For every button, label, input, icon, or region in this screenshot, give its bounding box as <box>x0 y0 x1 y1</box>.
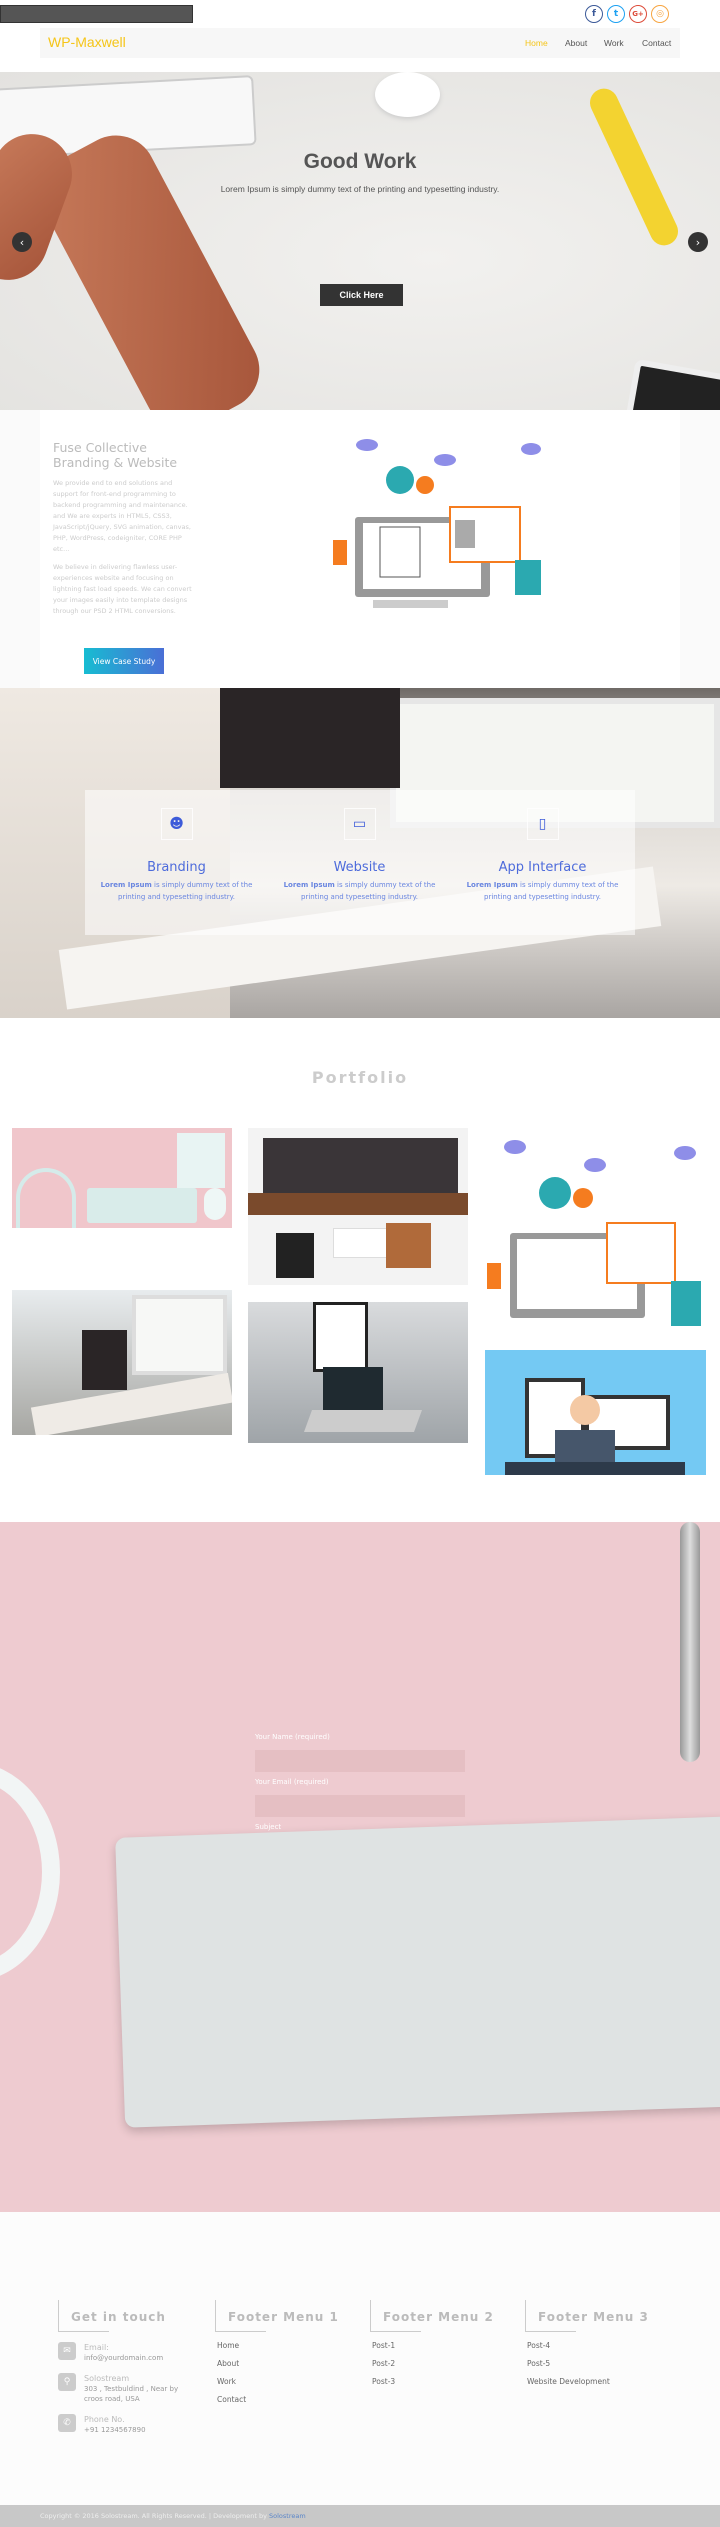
footer-link[interactable]: Post-1 <box>372 2341 520 2350</box>
phone-image <box>625 358 720 410</box>
service-title: Website <box>333 860 386 875</box>
view-case-study-button[interactable]: View Case Study <box>84 648 164 674</box>
phone-value: +91 1234567890 <box>84 2426 146 2434</box>
service-branding: ☻ Branding Lorem Ipsum is simply dummy t… <box>85 790 268 935</box>
subject-label: Subject <box>255 1823 282 1831</box>
footer-link[interactable]: Post-5 <box>527 2359 675 2368</box>
developer-link[interactable]: Solostream <box>269 2512 306 2520</box>
prev-slide-icon[interactable]: ‹ <box>12 232 32 252</box>
branding-icon: ☻ <box>160 808 193 840</box>
service-title: App Interface <box>498 860 587 875</box>
footer-link[interactable]: Post-3 <box>372 2377 520 2386</box>
contact-label: Solostream <box>84 2374 130 2383</box>
footer-menu-3: Footer Menu 3 Post-4 Post-5 Website Deve… <box>525 2300 675 2386</box>
footer-link[interactable]: Post-4 <box>527 2341 675 2350</box>
footer-heading: Footer Menu 1 <box>215 2300 365 2332</box>
monitor-icon: ▭ <box>343 808 376 840</box>
footer-heading: Footer Menu 3 <box>525 2300 675 2332</box>
google-plus-icon[interactable]: G+ <box>629 5 647 23</box>
copyright-text: Copyright © 2016 Solostream. All Rights … <box>40 2512 269 2520</box>
portfolio-item[interactable] <box>248 1128 468 1285</box>
hero-subtitle: Lorem Ipsum is simply dummy text of the … <box>220 184 500 194</box>
mouse-image <box>375 72 440 117</box>
portfolio-item[interactable] <box>248 1302 468 1443</box>
footer-link[interactable]: Post-2 <box>372 2359 520 2368</box>
service-text: Lorem Ipsum is simply dummy text of the … <box>100 881 253 901</box>
nav-contact[interactable]: Contact <box>642 38 671 48</box>
map-pin-icon: ⚲ <box>58 2373 76 2391</box>
headphones-image <box>0 1762 60 1982</box>
phone-icon: ✆ <box>58 2414 76 2432</box>
contact-label: Email: <box>84 2343 109 2352</box>
contact-section <box>0 1522 720 2212</box>
service-title: Branding <box>147 860 206 875</box>
service-text: Lorem Ipsum is simply dummy text of the … <box>466 881 619 901</box>
about-title: Fuse Collective Branding & Website <box>53 440 178 470</box>
portfolio-item[interactable] <box>485 1350 706 1475</box>
web-design-illustration <box>333 439 541 608</box>
next-slide-icon[interactable]: › <box>688 232 708 252</box>
footer-link[interactable]: Website Development <box>527 2377 675 2386</box>
hero-title: Good Work <box>303 150 417 173</box>
portfolio-item[interactable] <box>485 1133 706 1333</box>
name-input[interactable] <box>255 1750 465 1772</box>
services-section: ☻ Branding Lorem Ipsum is simply dummy t… <box>0 688 720 1018</box>
click-here-button[interactable]: Click Here <box>320 284 403 306</box>
footer-link[interactable]: About <box>217 2359 365 2368</box>
about-paragraph: We believe in delivering flawless user-e… <box>53 563 192 615</box>
service-website: ▭ Website Lorem Ipsum is simply dummy te… <box>268 790 451 935</box>
footer-link[interactable]: Home <box>217 2341 365 2350</box>
mobile-icon: ▯ <box>526 808 559 840</box>
footer-menu-2: Footer Menu 2 Post-1 Post-2 Post-3 <box>370 2300 520 2386</box>
portfolio-item[interactable] <box>12 1128 232 1228</box>
footer-contact: Get in touch ✉ Email: info@yourdomain.com … <box>58 2300 208 2435</box>
top-bar <box>0 5 193 23</box>
twitter-icon[interactable]: t <box>607 5 625 23</box>
email-value[interactable]: info@yourdomain.com <box>84 2353 163 2363</box>
about-paragraph: We provide end to end solutions and supp… <box>53 479 191 553</box>
name-label: Your Name (required) <box>255 1733 330 1741</box>
email-input[interactable] <box>255 1795 465 1817</box>
service-app-interface: ▯ App Interface Lorem Ipsum is simply du… <box>451 790 634 935</box>
envelope-icon: ✉ <box>58 2342 76 2360</box>
nav-work[interactable]: Work <box>604 38 624 48</box>
rss-icon[interactable]: ◎ <box>651 5 669 23</box>
portfolio-title: Portfolio <box>311 1068 409 1087</box>
address-value: 303 , Testbuldind , Near by croos road, … <box>84 2385 179 2403</box>
email-label: Your Email (required) <box>255 1778 329 1786</box>
portfolio-item[interactable] <box>12 1290 232 1435</box>
keyboard-image <box>115 1816 720 2128</box>
contact-label: Phone No. <box>84 2415 125 2424</box>
monitor-image <box>220 688 400 788</box>
footer-menu-1: Footer Menu 1 Home About Work Contact <box>215 2300 365 2404</box>
footer-heading: Footer Menu 2 <box>370 2300 520 2332</box>
footer-heading: Get in touch <box>58 2300 208 2332</box>
copyright-bar: Copyright © 2016 Solostream. All Rights … <box>0 2505 720 2527</box>
facebook-icon[interactable]: f <box>585 5 603 23</box>
nav-home[interactable]: Home <box>525 38 548 48</box>
hero-slider <box>0 72 720 410</box>
nav-about[interactable]: About <box>565 38 587 48</box>
footer-link[interactable]: Contact <box>217 2395 365 2404</box>
pen-image <box>680 1522 700 1762</box>
footer-link[interactable]: Work <box>217 2377 365 2386</box>
service-text: Lorem Ipsum is simply dummy text of the … <box>283 881 436 901</box>
services-panel: ☻ Branding Lorem Ipsum is simply dummy t… <box>85 790 635 935</box>
logo[interactable]: WP-Maxwell <box>48 34 126 50</box>
